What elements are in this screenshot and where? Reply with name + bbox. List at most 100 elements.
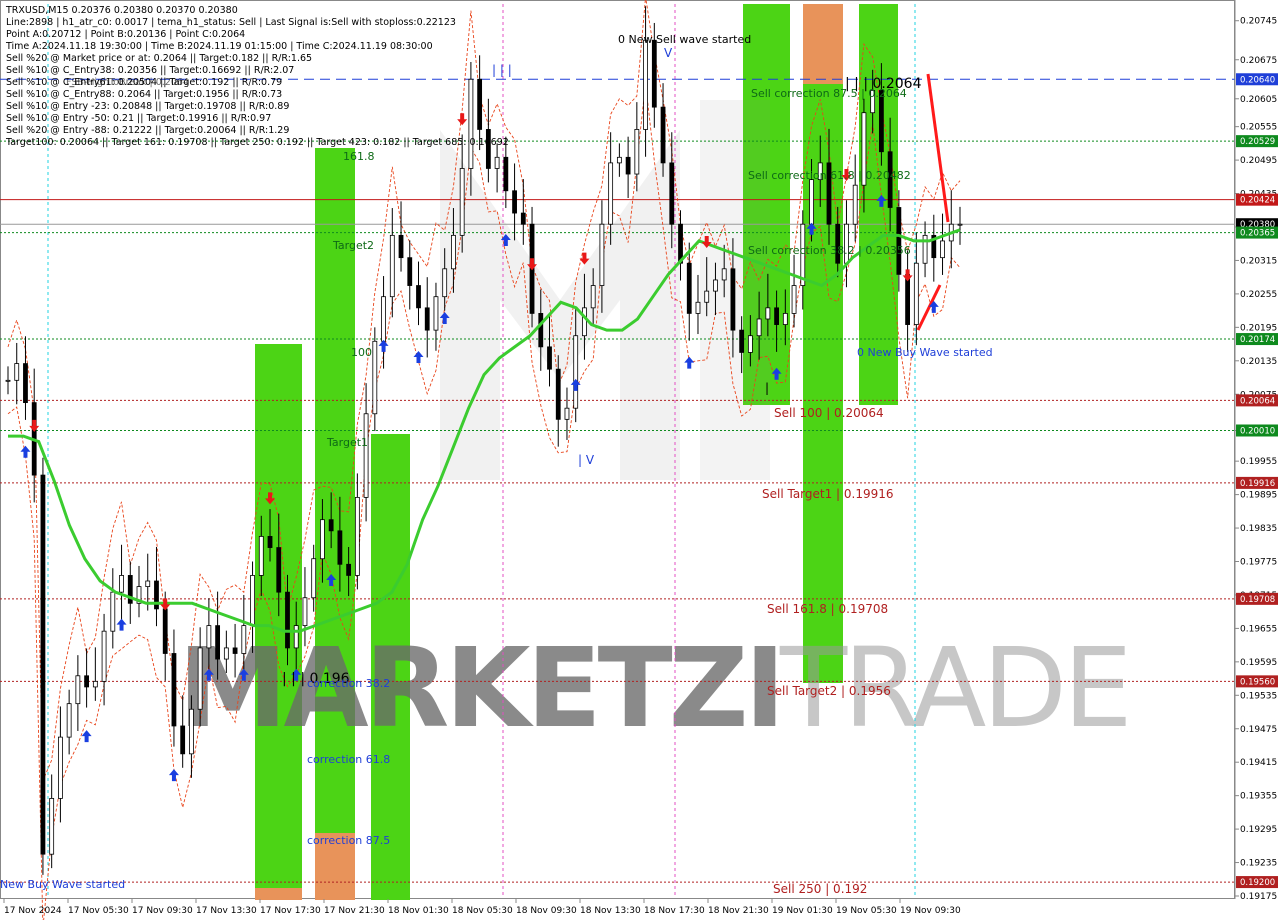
candle-body [66,703,72,738]
zone-orange-a [255,888,302,900]
time-tick-label: 19 Nov 01:30 [772,906,833,916]
candle-body [459,168,465,236]
sell-correction-875: Sell correction 87.5 | 0.2064 [751,87,907,100]
price-tag-label: 0.20010 [1240,426,1275,436]
price-tag-label: 0.19916 [1240,479,1275,489]
time-tick-label: 18 Nov 05:30 [452,906,513,916]
time-tick-label: 17 Nov 21:30 [324,906,385,916]
candle-body [520,212,526,225]
sell-250-label: Sell 250 | 0.192 [773,882,867,896]
candle-body [852,184,858,225]
price-tag-label: 0.20529 [1240,137,1275,147]
price-tick-label: 0.19895 [1240,491,1277,501]
overlap-text: FSB-HighToBreak | 0.2064 [66,77,189,88]
sell-wave-v-mark: V [664,46,673,60]
info-line: Point A:0.20712 | Point B:0.20136 | Poin… [6,29,245,40]
price-tick-label: 0.20605 [1240,95,1277,105]
candle-body [643,39,648,130]
info-line: Target100: 0.20064 || Target 161: 0.1970… [5,137,509,148]
candle-body [573,335,579,409]
time-tick-label: 17 Nov 2024 [4,906,62,916]
candle-body [809,179,814,225]
candle-body [651,39,657,108]
candle-body [730,268,736,331]
candle-body [582,307,587,337]
candle-body [791,285,797,314]
candle-body [765,307,771,320]
candle-body [346,563,352,576]
candle-body [302,597,308,627]
candle-body [957,223,963,226]
info-line: Sell %10 @ Entry -23: 0.20848 || Target:… [6,101,289,112]
candle-body [110,591,116,632]
sell-1618-label: Sell 161.8 | 0.19708 [767,602,888,616]
candle-body [590,285,596,309]
candle-body [58,736,63,799]
price-tick-label: 0.19475 [1240,725,1277,735]
candle-body [119,575,124,593]
sell-correction-382: Sell correction 38.2 | 0.20356 [748,244,911,257]
candle-body [5,379,11,382]
info-line: Line:2898 | h1_atr_c0: 0.0017 | tema_h1_… [6,17,456,28]
candle-body [381,296,386,342]
sell-correction-618: Sell correction 61.8 | 0.20482 [748,169,911,182]
candle-body [739,329,745,353]
info-line: Sell %10 @ C_Entry38: 0.20356 || Target:… [6,65,294,76]
candle-body [485,129,491,169]
info-line: Sell %10 @ C_Entry88: 0.2064 || Target:0… [6,89,282,100]
candle-body [250,575,255,627]
candle-body [311,558,317,599]
candle-body [660,106,666,164]
candle-body [241,625,247,654]
watermark-text-1: MARKETZI [178,624,781,752]
candle-body [774,307,779,325]
candle-body [354,496,360,576]
new-buy-wave-label: 0 New Buy Wave started [857,346,993,359]
candle-body [189,708,194,755]
candle-body [92,680,98,688]
candle-body [756,318,762,337]
candle-body [608,162,614,225]
single-bar-tick: | [765,381,769,395]
price-chart: MARKETZI TRADE TRXUSD,M15 0.20376 0.2038… [0,0,1280,920]
correction-875-label: correction 87.5 [307,834,390,847]
candle-body [913,262,919,325]
candle-body [564,407,570,420]
time-tick-label: 19 Nov 05:30 [836,906,897,916]
price-tick-label: 0.19775 [1240,558,1277,568]
candle-body [555,368,561,420]
candle-body [625,156,631,175]
symbol-line: TRXUSD,M15 0.20376 0.20380 0.20370 0.203… [5,5,238,16]
candle-body [40,474,46,855]
candle-body [695,301,701,314]
time-tick-label: 17 Nov 17:30 [260,906,321,916]
time-tick-label: 19 Nov 09:30 [900,906,961,916]
candle-body [940,240,945,259]
price-tick-label: 0.19355 [1240,792,1277,802]
price-tick-label: 0.19535 [1240,691,1277,701]
price-tag-label: 0.19200 [1240,878,1275,888]
candle-body [896,207,902,275]
sell-100-label: Sell 100 | 0.20064 [774,406,884,420]
price-tick-label: 0.19595 [1240,658,1277,668]
candle-body [704,290,710,303]
candle-body [101,630,107,682]
price-tick-label: 0.20745 [1240,17,1277,27]
candle-body [84,675,90,688]
candle-body [477,78,483,130]
candle-body [468,78,474,169]
candle-body [782,313,788,325]
left-target2-label: Target2 [332,239,374,252]
low-bar-ticks: | V [578,453,595,467]
candle-body [276,547,282,593]
time-tick-label: 18 Nov 01:30 [388,906,449,916]
info-line: Time A:2024.11.18 19:30:00 | Time B:2024… [5,41,433,52]
time-tick-label: 17 Nov 05:30 [68,906,129,916]
left-1618-label: 161.8 [343,150,375,163]
new-sell-wave-label: 0 New Sell wave started [618,33,751,46]
price-tag-label: 0.20064 [1240,396,1275,406]
candle-body [171,653,177,727]
price-tag-label: 0.19708 [1240,595,1275,605]
candle-body [14,363,20,381]
price-tick-label: 0.20195 [1240,323,1277,333]
